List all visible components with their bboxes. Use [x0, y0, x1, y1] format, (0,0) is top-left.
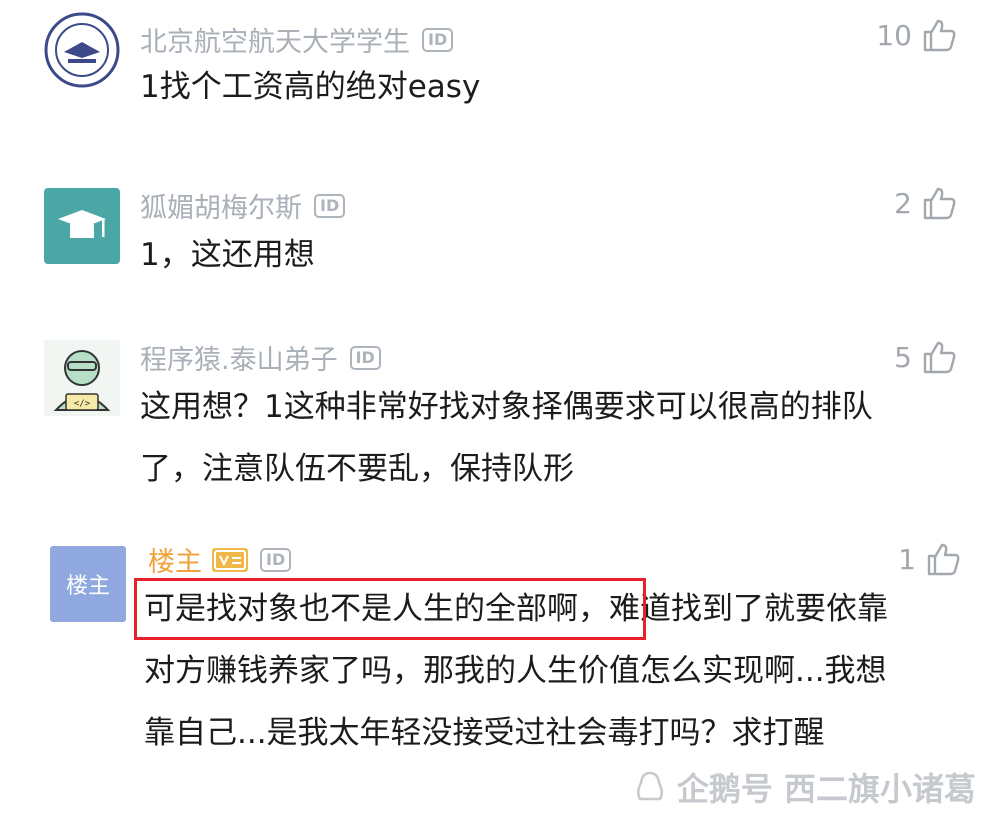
- id-badge: ID: [314, 193, 346, 218]
- comment-username[interactable]: 北京航空航天大学学生 ID: [140, 20, 454, 59]
- vip-badge-icon: [212, 547, 248, 572]
- thumbs-up-icon: [923, 341, 956, 374]
- like-button[interactable]: 1: [898, 542, 960, 576]
- comment-text: 1，这还用想: [140, 237, 315, 273]
- watermark-text: 企鹅号 西二旗小诸葛: [676, 770, 976, 808]
- username-text[interactable]: 北京航空航天大学学生: [140, 20, 410, 59]
- like-button[interactable]: 2: [894, 186, 956, 220]
- svg-text:</>: </>: [74, 399, 91, 409]
- thumbs-up-icon: [923, 19, 956, 52]
- programmer-avatar[interactable]: </>: [44, 340, 120, 416]
- like-count: 2: [894, 186, 912, 220]
- host-avatar[interactable]: 楼主: [50, 546, 126, 622]
- comment-text: 1找个工资高的绝对easy: [140, 69, 481, 105]
- university-logo-avatar[interactable]: [44, 12, 120, 88]
- comment-username[interactable]: 楼主 ID: [148, 540, 292, 579]
- like-button[interactable]: 10: [876, 18, 956, 52]
- comment-text: 这用想？1这种非常好找对象择偶要求可以很高的排队了，注意队伍不要乱，保持队形: [140, 389, 873, 487]
- username-text[interactable]: 狐媚胡梅尔斯: [140, 186, 302, 225]
- comment-username[interactable]: 狐媚胡梅尔斯 ID: [140, 186, 346, 225]
- like-button[interactable]: 5: [894, 340, 956, 374]
- thumbs-up-icon: [923, 187, 956, 220]
- username-text[interactable]: 程序猿.泰山弟子: [140, 338, 338, 377]
- id-badge: ID: [422, 27, 454, 52]
- highlight-box: [134, 578, 646, 640]
- thumbs-up-icon: [927, 543, 960, 576]
- like-count: 1: [898, 542, 916, 576]
- id-badge: ID: [349, 345, 381, 370]
- like-count: 5: [894, 340, 912, 374]
- penguin-logo-icon: [636, 771, 663, 801]
- id-badge: ID: [260, 547, 292, 572]
- username-text[interactable]: 楼主: [148, 540, 202, 579]
- graduation-cap-avatar[interactable]: [44, 188, 120, 264]
- watermark: 企鹅号 西二旗小诸葛: [633, 764, 976, 810]
- comment-username[interactable]: 程序猿.泰山弟子 ID: [140, 338, 381, 377]
- like-count: 10: [876, 18, 912, 52]
